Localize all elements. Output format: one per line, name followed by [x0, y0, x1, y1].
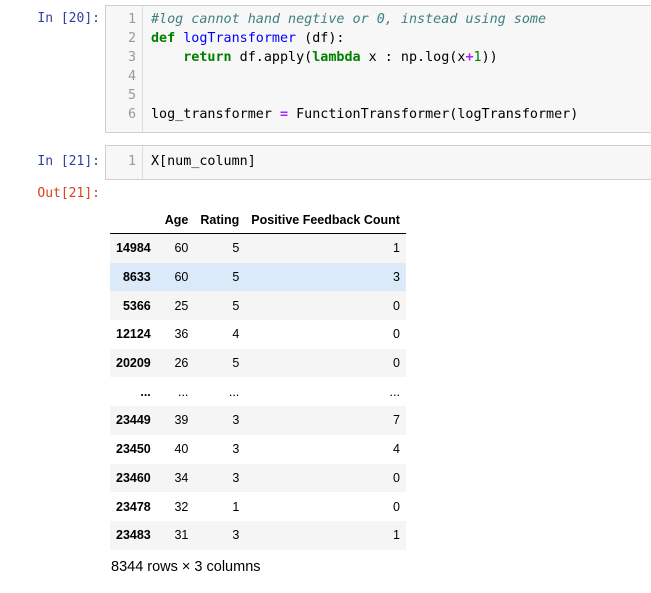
table-cell: 0: [392, 356, 400, 371]
line-number: 1: [127, 12, 136, 27]
row-index: 12124: [116, 327, 151, 342]
row-index: 14984: [116, 241, 151, 256]
table-cell: 5: [232, 298, 240, 313]
table-cell: ...: [389, 384, 400, 399]
row-index: 23450: [116, 442, 151, 457]
dataframe-table: Age Rating Positive Feedback Count 14984…: [110, 200, 406, 550]
comment: #log cannot hand negtive or 0, instead u…: [151, 12, 547, 27]
table-row: 14984 60 5 1: [110, 233, 406, 263]
row-index: 20209: [116, 356, 151, 371]
table-cell: 7: [392, 413, 400, 428]
row-index: ...: [140, 384, 151, 399]
code-line: X[num_column]: [151, 154, 256, 169]
table-cell: 5: [232, 270, 240, 285]
line-number: 6: [127, 107, 136, 122]
cell-prompt-20: In [20]:: [37, 11, 100, 26]
row-index: 5366: [122, 298, 151, 313]
table-header-row: Age Rating Positive Feedback Count: [110, 200, 406, 234]
table-row: 8633 60 5 3: [110, 262, 406, 292]
table-cell: ...: [177, 384, 189, 399]
table-cell: 1: [232, 499, 240, 514]
code-line-return: return df.apply(lambda x : np.log(x+1)): [151, 48, 498, 67]
keyword: def: [151, 31, 176, 46]
table-row: 12124 36 4 0: [110, 320, 406, 349]
table-cell: 32: [174, 499, 189, 514]
output-prompt-21: Out[21]:: [37, 186, 100, 201]
number: 1: [473, 50, 482, 65]
row-index: 8633: [122, 270, 151, 285]
column-header: Rating: [194, 200, 246, 234]
table-row: 23460 34 3 0: [110, 463, 406, 493]
table-cell: 1: [392, 528, 400, 543]
table-cell: ...: [228, 384, 240, 399]
code-text: log_transformer: [151, 107, 280, 122]
table-cell: 3: [232, 528, 240, 543]
code-line-def: def logTransformer (df):: [151, 29, 345, 48]
code-cell-20[interactable]: 1 2 3 4 5 6 #log cannot hand negtive or …: [105, 5, 651, 133]
column-header: Positive Feedback Count: [245, 200, 406, 234]
table-row: 23450 40 3 4: [110, 435, 406, 464]
operator: =: [280, 107, 289, 122]
table-cell: 34: [174, 470, 189, 485]
row-index: 23449: [116, 413, 151, 428]
line-number: 5: [127, 88, 136, 103]
table-cell: 3: [232, 442, 240, 457]
table-cell: 40: [174, 442, 189, 457]
code-text: )): [481, 50, 498, 65]
code-line-assign: log_transformer = FunctionTransformer(lo…: [151, 105, 578, 124]
table-cell: 0: [392, 298, 400, 313]
index-header: [110, 200, 159, 234]
table-cell: 5: [232, 241, 240, 256]
table-row: 23478 32 1 0: [110, 492, 406, 521]
table-cell: 3: [232, 413, 240, 428]
code-cell-21[interactable]: 1 X[num_column]: [105, 145, 651, 180]
table-cell: 26: [174, 356, 189, 371]
operator: +: [465, 50, 474, 65]
cell-prompt-21: In [21]:: [37, 154, 100, 169]
table-row: 23449 39 3 7: [110, 406, 406, 435]
table-cell: 60: [174, 270, 189, 285]
table-cell: 1: [392, 241, 400, 256]
code-text: FunctionTransformer(logTransformer): [288, 107, 579, 122]
keyword: lambda: [312, 50, 361, 65]
table-cell: 4: [232, 327, 240, 342]
table-cell: 0: [392, 327, 400, 342]
table-cell: 60: [174, 241, 189, 256]
line-number: 2: [127, 31, 136, 46]
table-cell: 0: [392, 470, 400, 485]
table-cell: 3: [392, 270, 400, 285]
table-cell: 0: [392, 499, 400, 514]
row-index: 23483: [116, 528, 151, 543]
code-text: (df):: [296, 31, 345, 46]
table-cell: 25: [174, 298, 189, 313]
code-text: df.apply(: [231, 50, 313, 65]
line-number: 4: [127, 69, 136, 84]
table-cell: 3: [232, 470, 240, 485]
table-row: 5366 25 5 0: [110, 291, 406, 321]
table-cell: 39: [174, 413, 189, 428]
line-number: 1: [127, 154, 136, 169]
column-header: Age: [158, 200, 195, 234]
table-row: 20209 26 5 0: [110, 348, 406, 378]
line-number: 3: [127, 50, 136, 65]
function-name: logTransformer: [183, 31, 297, 46]
code-line-comment: #log cannot hand negtive or 0, instead u…: [151, 10, 546, 29]
code-text: x : np.log(x: [360, 50, 466, 65]
dataframe-shape: 8344 rows × 3 columns: [111, 559, 261, 575]
table-row: 23483 31 3 1: [110, 520, 406, 550]
keyword: return: [183, 50, 232, 65]
row-index: 23478: [116, 499, 151, 514]
table-cell: 31: [174, 528, 189, 543]
row-index: 23460: [116, 470, 151, 485]
table-cell: 5: [232, 356, 240, 371]
table-cell: 4: [392, 442, 400, 457]
table-row: ............: [110, 377, 406, 406]
table-cell: 36: [174, 327, 189, 342]
